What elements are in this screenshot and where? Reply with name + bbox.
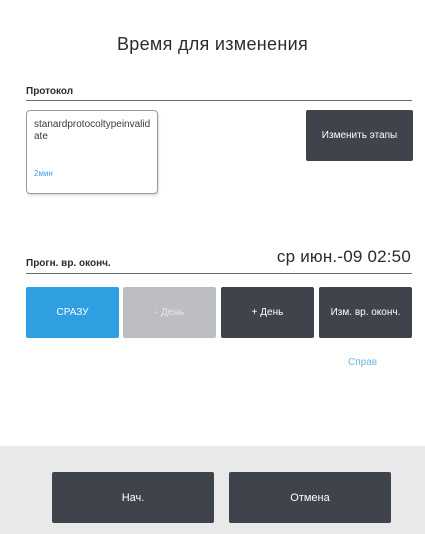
edit-steps-button[interactable]: Изменить этапы	[306, 110, 413, 161]
protocol-duration: 2мин	[34, 169, 53, 178]
plus-day-button[interactable]: + День	[221, 287, 314, 338]
dialog-title: Время для изменения	[117, 34, 308, 54]
cancel-button[interactable]: Отмена	[229, 472, 391, 523]
change-end-time-button[interactable]: Изм. вр. оконч.	[319, 287, 412, 338]
protocol-section-label: Протокол	[26, 86, 74, 97]
start-button[interactable]: Нач.	[52, 472, 214, 523]
help-link[interactable]: Справ	[348, 357, 377, 368]
now-button[interactable]: СРАЗУ	[26, 287, 119, 338]
minus-day-button[interactable]: - День	[123, 287, 216, 338]
end-time-value: ср июн.-09 02:50	[276, 247, 411, 266]
dialog-footer: Нач. Отмена	[0, 446, 425, 534]
end-time-divider	[26, 273, 412, 274]
end-time-section-label: Прогн. вр. оконч.	[26, 258, 111, 269]
protocol-card[interactable]: stanardprotocoltypeinvalidate 2мин	[26, 110, 158, 194]
protocol-section-divider	[26, 100, 412, 101]
protocol-name: stanardprotocoltypeinvalidate	[34, 119, 151, 142]
